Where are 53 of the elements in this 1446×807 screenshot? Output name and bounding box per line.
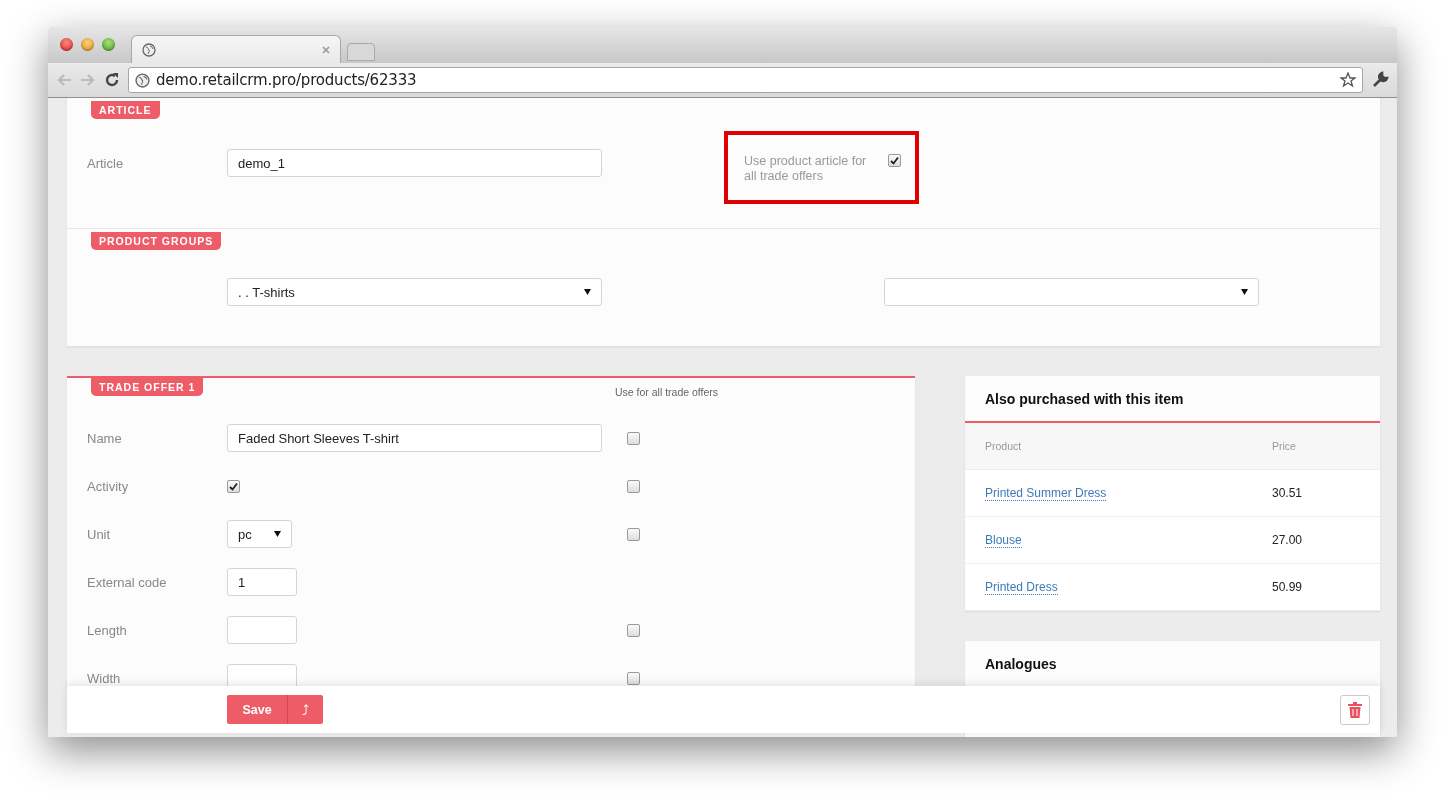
url-text: demo.retailcrm.pro/products/62333 [156, 71, 417, 89]
use-for-all-checkbox[interactable] [627, 623, 640, 637]
use-for-all-checkbox[interactable] [627, 671, 640, 685]
section-badge: TRADE OFFER 1 [91, 378, 204, 396]
browser-tab[interactable] [131, 35, 341, 63]
new-tab-button[interactable] [347, 43, 375, 61]
caret-icon [274, 531, 281, 537]
product-link[interactable]: Blouse [985, 532, 1022, 548]
activity-checkbox[interactable] [227, 480, 240, 493]
use-for-all-checkbox[interactable] [627, 479, 640, 493]
section-badge: PRODUCT GROUPS [91, 232, 222, 250]
column-header: Price [1272, 440, 1297, 452]
caret-icon [584, 289, 591, 295]
unit-select[interactable]: pc [227, 520, 292, 548]
option-checkbox[interactable] [888, 154, 901, 167]
wrench-icon[interactable] [1371, 71, 1389, 89]
field-label: Length [87, 622, 128, 638]
text-field[interactable]: 1 [227, 568, 297, 596]
option-label: Use product article for all trade offers [744, 154, 868, 184]
reload-icon[interactable] [104, 72, 120, 88]
field-label: Activity [87, 478, 130, 494]
star-icon[interactable] [1340, 72, 1356, 88]
field-label: Article [87, 155, 125, 171]
group-select[interactable] [884, 278, 1259, 306]
price-cell-text: 27.00 [1272, 533, 1304, 547]
address-bar[interactable]: demo.retailcrm.pro/products/62333 [128, 67, 1363, 93]
column-header: Use for all trade offers [615, 386, 719, 398]
price-cell-text: 30.51 [1272, 486, 1304, 500]
field-label: Name [87, 430, 123, 446]
product-link[interactable]: Printed Summer Dress [985, 485, 1107, 501]
section-badge: ARTICLE [91, 101, 160, 119]
price-cell-text: 50.99 [1272, 580, 1304, 594]
zoom-window-icon[interactable] [102, 37, 115, 51]
use-for-all-checkbox[interactable] [627, 431, 640, 445]
delete-button[interactable] [1340, 694, 1370, 725]
use-for-all-checkbox[interactable] [627, 527, 640, 541]
product-link[interactable]: Printed Dress [985, 579, 1058, 595]
close-window-icon[interactable] [60, 37, 73, 51]
trash-icon [1348, 701, 1362, 718]
back-icon[interactable] [56, 73, 72, 87]
field-label: External code [87, 574, 168, 590]
group-select[interactable]: . . T-shirts [227, 278, 602, 306]
name-field[interactable]: Faded Short Sleeves T-shirt [227, 424, 602, 452]
column-header: Product [985, 440, 1023, 452]
minimize-window-icon[interactable] [81, 37, 94, 51]
article-field[interactable]: demo_1 [227, 149, 602, 177]
field-label: Unit [87, 526, 112, 542]
field-label: Width [87, 670, 122, 686]
forward-icon[interactable] [80, 73, 96, 87]
text-field[interactable] [227, 664, 297, 687]
text-field[interactable] [227, 616, 297, 644]
caret-icon [1241, 289, 1248, 295]
close-tab-icon[interactable] [322, 45, 330, 54]
